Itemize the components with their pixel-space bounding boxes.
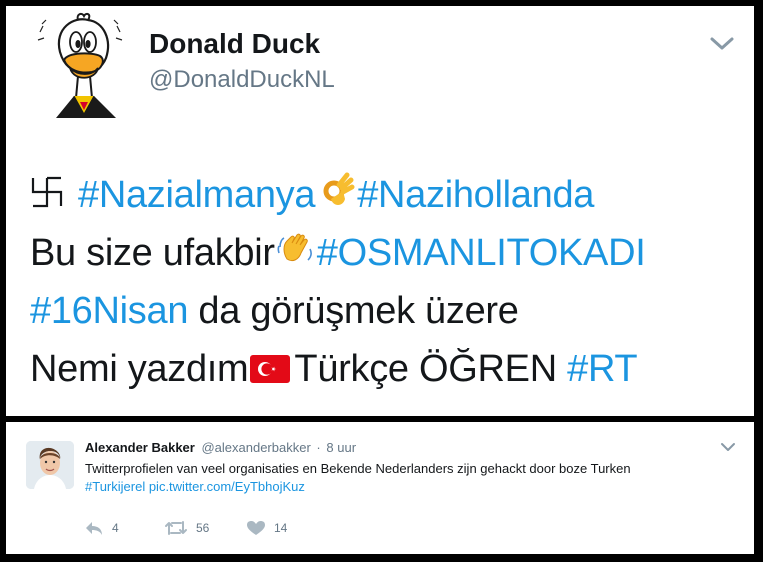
- reply-text: Twitterprofielen van veel organisaties e…: [85, 460, 725, 496]
- donald-duck-avatar[interactable]: [34, 10, 130, 120]
- hashtag-link[interactable]: #Nazialmanya: [78, 174, 315, 216]
- tweet-text-segment: da görüşmek üzere: [188, 290, 519, 332]
- tweet-text: #Nazialmanya #Nazihollanda Bu size ufakb…: [30, 166, 745, 398]
- chevron-down-icon[interactable]: [720, 440, 736, 452]
- turkey-flag-emoji: [248, 342, 294, 400]
- tweet-text-segment: Bu size ufakbir: [30, 232, 275, 274]
- tweet-line: #16Nisan da görüşmek üzere: [30, 282, 745, 340]
- reply-icon: [84, 520, 104, 536]
- avatar[interactable]: [26, 441, 74, 489]
- tweet-line: Bu size ufakbir #OSMANLITOKADI: [30, 224, 745, 282]
- separator-dot: ·: [316, 440, 321, 455]
- user-handle[interactable]: @DonaldDuckNL: [149, 66, 335, 94]
- hashtag-link[interactable]: #16Nisan: [30, 290, 188, 332]
- reply-header: Alexander Bakker @alexanderbakker · 8 uu…: [85, 440, 356, 455]
- main-tweet-card: Donald Duck @DonaldDuckNL #Nazialmanya #…: [6, 6, 754, 416]
- reply-author-name[interactable]: Alexander Bakker: [85, 440, 195, 455]
- reply-count: 4: [112, 521, 119, 535]
- reply-tweet-card[interactable]: Alexander Bakker @alexanderbakker · 8 uu…: [6, 422, 754, 554]
- swastika-icon: [30, 168, 78, 226]
- retweet-button[interactable]: 56: [164, 518, 209, 538]
- tweet-line: #Nazialmanya #Nazihollanda: [30, 166, 745, 224]
- hashtag-link[interactable]: #Turkijerel: [85, 479, 145, 494]
- reply-author-handle[interactable]: @alexanderbakker: [201, 440, 310, 455]
- tweet-text-segment: Türkçe ÖĞREN: [294, 348, 568, 390]
- ok-hand-emoji: [315, 168, 357, 226]
- retweet-count: 56: [196, 521, 210, 535]
- display-name[interactable]: Donald Duck: [149, 28, 320, 60]
- reply-button[interactable]: 4: [84, 518, 119, 538]
- hashtag-link[interactable]: #OSMANLITOKADI: [317, 232, 646, 274]
- waving-hand-emoji: [275, 226, 317, 284]
- reply-timestamp[interactable]: 8 uur: [326, 440, 356, 455]
- hashtag-link[interactable]: #RT: [567, 348, 638, 390]
- heart-icon: [246, 520, 266, 536]
- reply-body: Twitterprofielen van veel organisaties e…: [85, 461, 631, 476]
- chevron-down-icon[interactable]: [708, 34, 736, 54]
- tweet-line: Nemi yazdım Türkçe ÖĞREN #RT: [30, 340, 745, 398]
- like-count: 14: [274, 521, 288, 535]
- tweet-text-segment: Nemi yazdım: [30, 348, 249, 390]
- like-button[interactable]: 14: [246, 518, 287, 538]
- hashtag-link[interactable]: #Nazihollanda: [357, 174, 594, 216]
- retweet-icon: [164, 520, 188, 536]
- pic-link[interactable]: pic.twitter.com/EyTbhojKuz: [149, 479, 305, 494]
